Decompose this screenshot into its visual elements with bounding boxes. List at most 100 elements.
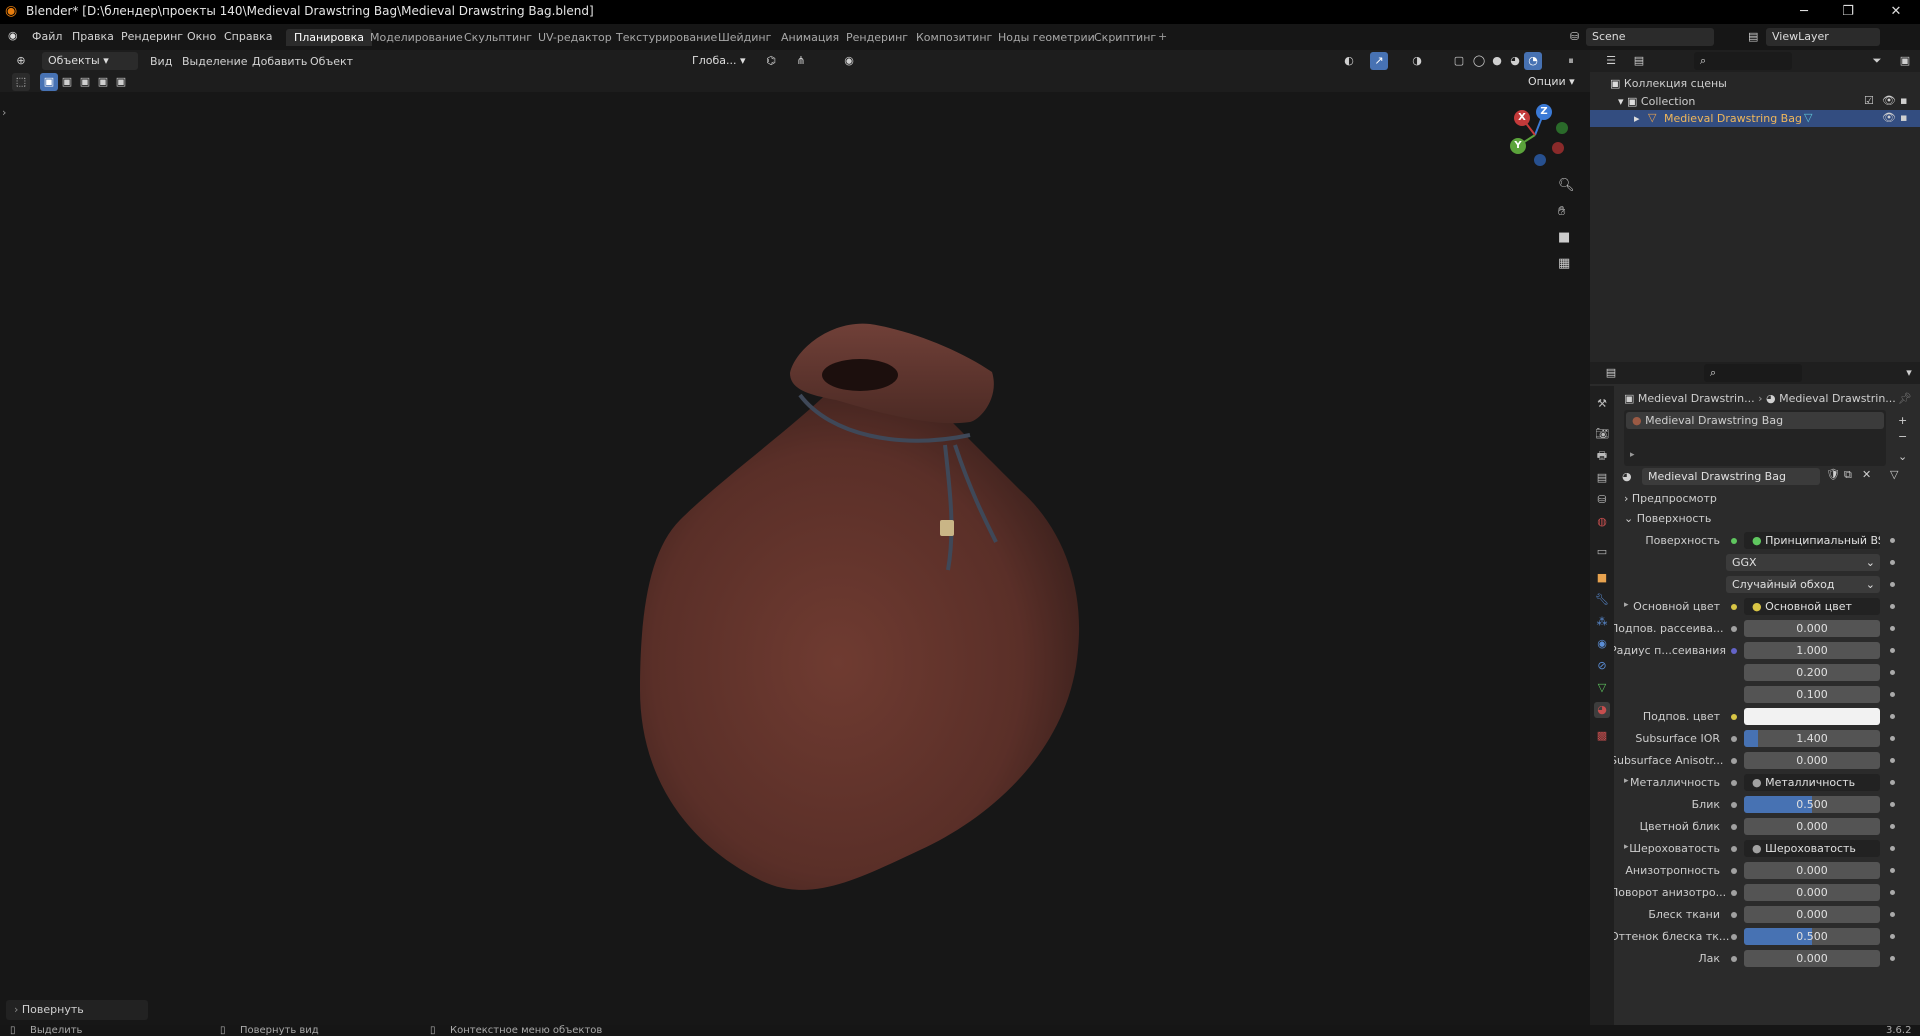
number-field[interactable]: 0.000 xyxy=(1744,950,1880,967)
last-operator-panel[interactable]: › Повернуть xyxy=(6,1000,148,1020)
tab-texture-paint[interactable]: Текстурирование xyxy=(608,29,725,46)
outliner-editor-icon[interactable]: ☰ xyxy=(1602,52,1620,70)
properties-search-input[interactable]: ⌕ xyxy=(1704,364,1802,382)
slot-menu-icon[interactable]: ⌄ xyxy=(1898,450,1907,463)
modifier-tab-icon[interactable]: 🔧︎ xyxy=(1594,592,1610,608)
menu-add[interactable]: Добавить xyxy=(252,55,307,68)
socket-dot-icon[interactable] xyxy=(1731,604,1737,610)
maximize-button[interactable]: ❐ xyxy=(1836,2,1860,22)
gizmo-y-icon[interactable]: Y xyxy=(1510,138,1526,154)
surface-section[interactable]: ⌄ Поверхность xyxy=(1624,512,1711,525)
number-field[interactable]: 1.400 xyxy=(1744,730,1880,747)
socket-dot-icon[interactable] xyxy=(1731,824,1737,830)
keyframe-dot-icon[interactable] xyxy=(1890,846,1895,851)
collection-tab-icon[interactable]: ▭ xyxy=(1594,544,1610,560)
select-new-icon[interactable]: ▣ xyxy=(40,73,58,91)
constraints-tab-icon[interactable]: ⊘ xyxy=(1594,658,1610,674)
gizmo-z-icon[interactable]: Z xyxy=(1536,104,1552,120)
keyframe-dot-icon[interactable] xyxy=(1890,868,1895,873)
render-tab-icon[interactable]: 📷︎ xyxy=(1594,426,1610,442)
number-field[interactable]: 0.100 xyxy=(1744,686,1880,703)
number-field[interactable]: 0.000 xyxy=(1744,752,1880,769)
dropdown-field[interactable]: Случайный обход ⌄ xyxy=(1726,576,1880,593)
linked-node-field[interactable]: ● Металличность xyxy=(1744,774,1880,791)
linked-node-field[interactable]: ● Шероховатость xyxy=(1744,840,1880,857)
tab-rendering[interactable]: Рендеринг xyxy=(838,29,916,46)
tab-shading[interactable]: Шейдинг xyxy=(710,29,779,46)
xray-icon[interactable]: ▢ xyxy=(1450,52,1468,70)
mode-select[interactable]: Объекты ▾ xyxy=(42,52,138,70)
view-layer-field[interactable]: ViewLayer xyxy=(1766,28,1880,46)
duplicate-material-icon[interactable]: ⧉ xyxy=(1844,468,1852,482)
gizmo-neg-z-icon[interactable] xyxy=(1534,154,1546,166)
menu-file[interactable]: Файл xyxy=(32,30,62,43)
pin-icon[interactable]: 📌︎ xyxy=(1898,392,1912,405)
socket-dot-icon[interactable] xyxy=(1731,868,1737,874)
preview-section[interactable]: › Предпросмотр xyxy=(1624,492,1717,505)
number-field[interactable]: 0.200 xyxy=(1744,664,1880,681)
outliner-object-row[interactable]: ▸ ▽ Medieval Drawstring Bag ▽ 👁︎ ▪ xyxy=(1590,110,1920,127)
tool-tab-icon[interactable]: ⚒ xyxy=(1594,396,1610,412)
keyframe-dot-icon[interactable] xyxy=(1890,560,1895,565)
menu-view[interactable]: Вид xyxy=(150,55,172,68)
keyframe-dot-icon[interactable] xyxy=(1890,824,1895,829)
wireframe-shading-icon[interactable]: ◯ xyxy=(1470,52,1488,70)
minimize-button[interactable]: ─ xyxy=(1792,2,1816,22)
add-slot-icon[interactable]: + xyxy=(1898,414,1907,427)
number-field[interactable]: 0.000 xyxy=(1744,818,1880,835)
tab-sculpting[interactable]: Скульптинг xyxy=(456,29,540,46)
proportional-edit-icon[interactable]: ◉ xyxy=(840,52,858,70)
collection-checkbox-icon[interactable]: ☑ xyxy=(1864,94,1874,107)
texture-tab-icon[interactable]: ▩ xyxy=(1594,728,1610,744)
3d-viewport[interactable]: Z Y X 🔍︎ ✋︎ ■ ▦ › › Повернуть xyxy=(0,50,1590,1025)
remove-slot-icon[interactable]: − xyxy=(1898,430,1907,443)
tab-scripting[interactable]: Скриптинг xyxy=(1086,29,1164,46)
gizmo-neg-x-icon[interactable] xyxy=(1552,142,1564,154)
pan-hand-icon[interactable]: ✋︎ xyxy=(1558,204,1565,219)
collection-eye-icon[interactable]: 👁︎ xyxy=(1882,94,1896,107)
keyframe-dot-icon[interactable] xyxy=(1890,956,1895,961)
tab-uv-editing[interactable]: UV-редактор xyxy=(530,29,620,46)
socket-dot-icon[interactable] xyxy=(1731,934,1737,940)
select-extend-icon[interactable]: ▣ xyxy=(58,73,76,91)
keyframe-dot-icon[interactable] xyxy=(1890,538,1895,543)
linked-node-field[interactable]: ● Основной цвет xyxy=(1744,598,1880,615)
material-slot-item[interactable]: ● Medieval Drawstring Bag xyxy=(1626,412,1884,429)
number-field[interactable]: 0.500 xyxy=(1744,928,1880,945)
drawstring-bag-model[interactable] xyxy=(640,323,1080,890)
outliner-scene-collection[interactable]: ▣ Коллекция сцены xyxy=(1610,77,1727,90)
keyframe-dot-icon[interactable] xyxy=(1890,736,1895,741)
visibility-icon[interactable]: ◐ xyxy=(1340,52,1358,70)
editor-type-icon[interactable]: ⊕ xyxy=(12,52,30,70)
keyframe-dot-icon[interactable] xyxy=(1890,582,1895,587)
number-field[interactable]: 0.000 xyxy=(1744,620,1880,637)
color-swatch[interactable] xyxy=(1744,708,1880,725)
menu-select[interactable]: Выделение xyxy=(182,55,248,68)
number-field[interactable]: 1.000 xyxy=(1744,642,1880,659)
close-button[interactable]: ✕ xyxy=(1884,2,1908,22)
socket-dot-icon[interactable] xyxy=(1731,648,1737,654)
menu-window[interactable]: Окно xyxy=(187,30,216,43)
node-filter-icon[interactable]: ▽ xyxy=(1890,468,1898,481)
add-workspace-icon[interactable]: + xyxy=(1158,30,1167,43)
gizmo-x-icon[interactable]: X xyxy=(1514,110,1530,126)
pivot-icon[interactable]: ⌬ xyxy=(762,52,780,70)
tab-layout[interactable]: Планировка xyxy=(286,29,372,46)
keyframe-dot-icon[interactable] xyxy=(1890,780,1895,785)
material-shading-icon[interactable]: ◕ xyxy=(1506,52,1524,70)
solid-shading-icon[interactable]: ● xyxy=(1488,52,1506,70)
number-field[interactable]: 0.000 xyxy=(1744,906,1880,923)
keyframe-dot-icon[interactable] xyxy=(1890,934,1895,939)
scene-field[interactable]: Scene xyxy=(1586,28,1714,46)
pause-icon[interactable]: ⏸ xyxy=(1562,52,1580,70)
unlink-material-icon[interactable]: ✕ xyxy=(1862,468,1871,481)
menu-object[interactable]: Объект xyxy=(310,55,353,68)
select-intersect-icon[interactable]: ▣ xyxy=(112,73,130,91)
material-name-field[interactable]: Medieval Drawstring Bag xyxy=(1642,468,1820,485)
scene-tab-icon[interactable]: ⛁ xyxy=(1594,492,1610,508)
select-subtract-icon[interactable]: ▣ xyxy=(76,73,94,91)
socket-dot-icon[interactable] xyxy=(1731,758,1737,764)
properties-options-icon[interactable]: ▾ xyxy=(1900,364,1918,382)
menu-help[interactable]: Справка xyxy=(224,30,272,43)
object-camera-icon[interactable]: ▪ xyxy=(1900,111,1907,124)
